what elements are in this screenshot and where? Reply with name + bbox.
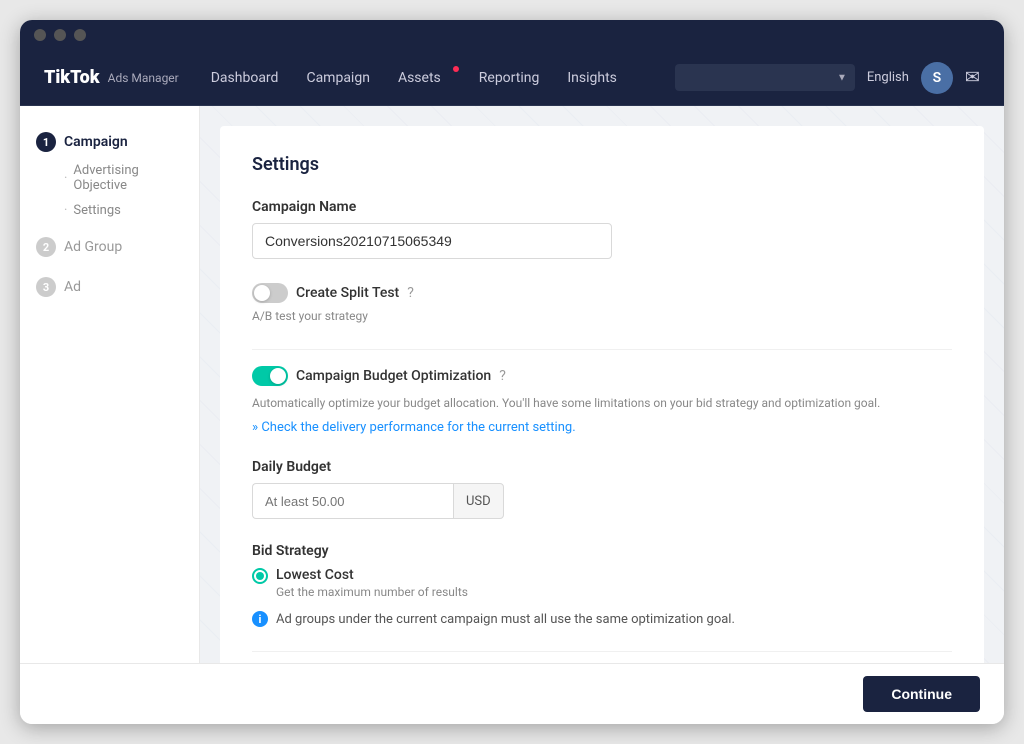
mail-icon[interactable]: ✉ bbox=[965, 67, 980, 88]
bid-strategy-options: Lowest Cost Get the maximum number of re… bbox=[252, 567, 952, 599]
currency-label: USD bbox=[453, 483, 504, 519]
info-icon: i bbox=[252, 611, 268, 627]
split-test-row: Create Split Test ? bbox=[252, 283, 952, 303]
avatar[interactable]: S bbox=[921, 62, 953, 94]
search-wrapper: ▼ bbox=[675, 64, 855, 91]
split-test-toggle[interactable] bbox=[252, 283, 288, 303]
titlebar-dot-minimize bbox=[54, 29, 66, 41]
continue-button[interactable]: Continue bbox=[863, 676, 980, 712]
split-test-label: Create Split Test bbox=[296, 285, 399, 301]
split-test-help-icon[interactable]: ? bbox=[407, 285, 414, 301]
titlebar-dot-maximize bbox=[74, 29, 86, 41]
sidebar-subitem-advertising-objective[interactable]: Advertising Objective bbox=[20, 158, 199, 198]
search-chevron-icon: ▼ bbox=[837, 72, 847, 83]
content-area: TikTok TikTok TikTok TikTok TikTok TikTo… bbox=[200, 106, 1004, 663]
daily-budget-label: Daily Budget bbox=[252, 459, 952, 475]
step-label-campaign: Campaign bbox=[64, 134, 128, 150]
logo-tiktok-text: TikTok bbox=[44, 67, 100, 88]
nav-reporting[interactable]: Reporting bbox=[479, 70, 540, 86]
nav-dashboard[interactable]: Dashboard bbox=[211, 70, 279, 86]
main-layout: 1 Campaign Advertising Objective Setting… bbox=[20, 106, 1004, 663]
cbo-description: Automatically optimize your budget alloc… bbox=[252, 394, 952, 412]
divider-1 bbox=[252, 349, 952, 350]
header-right: ▼ English S ✉ bbox=[675, 62, 980, 94]
header: TikTok Ads Manager Dashboard Campaign As… bbox=[20, 50, 1004, 106]
daily-budget-input[interactable] bbox=[252, 483, 453, 519]
titlebar bbox=[20, 20, 1004, 50]
step-badge-campaign: 1 bbox=[36, 132, 56, 152]
sidebar-item-campaign[interactable]: 1 Campaign bbox=[20, 126, 199, 158]
nav-campaign[interactable]: Campaign bbox=[306, 70, 369, 86]
bid-strategy-lowest-cost-info: Lowest Cost Get the maximum number of re… bbox=[276, 567, 468, 599]
step-label-adgroup: Ad Group bbox=[64, 239, 122, 255]
divider-2 bbox=[252, 651, 952, 652]
bid-strategy-lowest-cost[interactable]: Lowest Cost Get the maximum number of re… bbox=[252, 567, 952, 599]
sidebar-subitem-settings[interactable]: Settings bbox=[20, 198, 199, 223]
sidebar-item-adgroup[interactable]: 2 Ad Group bbox=[20, 231, 199, 263]
campaign-name-group: Campaign Name bbox=[252, 199, 952, 259]
bid-strategy-info-text: Ad groups under the current campaign mus… bbox=[276, 612, 735, 627]
cbo-group: Campaign Budget Optimization ? Automatic… bbox=[252, 366, 952, 435]
cbo-label: Campaign Budget Optimization bbox=[296, 368, 491, 384]
sidebar: 1 Campaign Advertising Objective Setting… bbox=[20, 106, 200, 663]
cbo-help-icon[interactable]: ? bbox=[499, 368, 506, 384]
step-label-ad: Ad bbox=[64, 279, 81, 295]
cbo-delivery-link[interactable]: » Check the delivery performance for the… bbox=[252, 420, 576, 435]
radio-circle-lowest-cost bbox=[252, 568, 268, 584]
bid-strategy-lowest-cost-desc: Get the maximum number of results bbox=[276, 585, 468, 599]
cbo-toggle-row: Campaign Budget Optimization ? bbox=[252, 366, 952, 386]
page-title: Settings bbox=[252, 154, 952, 175]
bid-strategy-lowest-cost-label: Lowest Cost bbox=[276, 567, 468, 583]
sidebar-item-ad[interactable]: 3 Ad bbox=[20, 271, 199, 303]
cbo-toggle-thumb bbox=[270, 368, 286, 384]
logo: TikTok Ads Manager bbox=[44, 67, 179, 88]
step-badge-ad: 3 bbox=[36, 277, 56, 297]
cbo-toggle[interactable] bbox=[252, 366, 288, 386]
radio-inner-lowest-cost bbox=[256, 572, 264, 580]
campaign-name-input[interactable] bbox=[252, 223, 612, 259]
app-window: TikTok Ads Manager Dashboard Campaign As… bbox=[20, 20, 1004, 724]
nav-bar: Dashboard Campaign Assets Reporting Insi… bbox=[211, 70, 643, 86]
content-inner: Settings Campaign Name Create Split Test bbox=[220, 126, 984, 663]
logo-subtitle: Ads Manager bbox=[108, 71, 179, 85]
split-test-toggle-thumb bbox=[254, 285, 270, 301]
footer: Continue bbox=[20, 663, 1004, 724]
language-selector[interactable]: English bbox=[867, 70, 909, 85]
budget-input-wrapper: USD bbox=[252, 483, 452, 519]
daily-budget-group: Daily Budget USD bbox=[252, 459, 952, 519]
bid-strategy-group: Bid Strategy Lowest Cost Get the maximum… bbox=[252, 543, 952, 627]
split-test-group: Create Split Test ? A/B test your strate… bbox=[252, 283, 952, 325]
content-real: Settings Campaign Name Create Split Test bbox=[252, 154, 952, 663]
titlebar-dot-close bbox=[34, 29, 46, 41]
split-test-description: A/B test your strategy bbox=[252, 307, 952, 325]
assets-notification-dot bbox=[453, 66, 459, 72]
nav-assets[interactable]: Assets bbox=[398, 70, 451, 86]
bid-strategy-info-row: i Ad groups under the current campaign m… bbox=[252, 611, 952, 627]
step-badge-adgroup: 2 bbox=[36, 237, 56, 257]
bid-strategy-label: Bid Strategy bbox=[252, 543, 952, 559]
campaign-name-label: Campaign Name bbox=[252, 199, 952, 215]
nav-insights[interactable]: Insights bbox=[567, 70, 617, 86]
search-input[interactable] bbox=[675, 64, 855, 91]
